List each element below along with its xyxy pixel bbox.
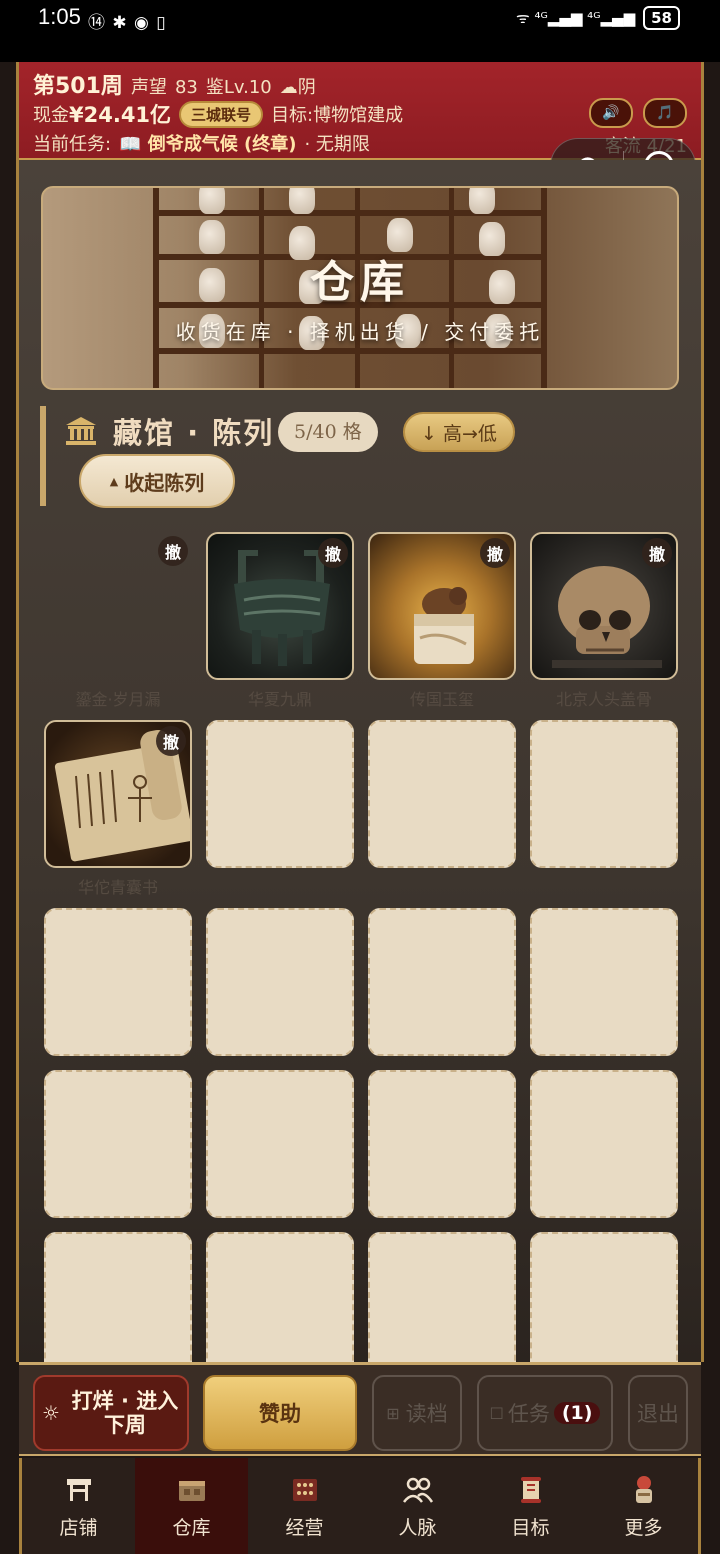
banner-title: 仓库 [310, 257, 410, 308]
display-slot[interactable]: 撤 [368, 532, 516, 680]
nav-item-business[interactable]: 经营 [248, 1458, 361, 1554]
empty-slot[interactable] [368, 1070, 516, 1218]
item-name: 华夏九鼎 [247, 690, 312, 709]
section-title: 藏馆 · 陈列 [113, 416, 275, 450]
load-label: 读档 [405, 1402, 448, 1426]
more-icon [635, 1475, 652, 1503]
sponsor-button[interactable]: 赞助 [203, 1375, 357, 1451]
empty-slot[interactable] [44, 1232, 192, 1362]
signal-icon: ᯤ ⁴ᴳ▂▄▆ ⁴ᴳ▂▄▆ [516, 9, 636, 27]
nav-item-goals[interactable]: 目标 [474, 1458, 587, 1554]
next-week-button[interactable]: ☼ 打烊 · 进入下周 [33, 1375, 189, 1451]
empty-slot[interactable] [206, 908, 354, 1056]
nav-label: 人脉 [398, 1516, 437, 1539]
empty-slot[interactable] [206, 1070, 354, 1218]
triangle-up-icon: ▲ [109, 474, 119, 488]
scroll-icon [520, 1476, 541, 1503]
load-save-button[interactable]: ⊞ 读档 [372, 1375, 462, 1451]
current-task[interactable]: 📖 倒爷成气候 (终章) [119, 130, 296, 156]
withdraw-button[interactable]: 撤 [318, 538, 348, 568]
bottom-nav: 店铺 仓库 经营 人脉 目标 更多 [19, 1458, 701, 1554]
status-time: 1:05 [38, 4, 81, 29]
music-icon: 🎵 [656, 105, 674, 121]
shop-icon [66, 1478, 91, 1501]
cash-label: 现金 [33, 105, 69, 126]
empty-slot[interactable] [368, 908, 516, 1056]
task-limit: · 无期限 [304, 134, 370, 155]
weather: ☁阴 [279, 77, 316, 98]
display-slot[interactable]: 撤 [206, 532, 354, 680]
tasks-button[interactable]: ☐ 任务 (1) [477, 1375, 613, 1451]
music-toggle-button[interactable]: 🎵 [643, 98, 687, 128]
status-bar: 1:05 ⑭ ✱ ◉ ▯ ᯤ ⁴ᴳ▂▄▆ ⁴ᴳ▂▄▆ 58 [0, 0, 720, 62]
empty-slot[interactable] [530, 908, 678, 1056]
nav-item-contacts[interactable]: 人脉 [361, 1458, 474, 1554]
empty-slot[interactable] [44, 1070, 192, 1218]
status-right-icons: ᯤ ⁴ᴳ▂▄▆ ⁴ᴳ▂▄▆ 58 [516, 6, 680, 30]
status-left-icons: ⑭ ✱ ◉ ▯ [88, 13, 167, 33]
empty-slot[interactable] [530, 1070, 678, 1218]
nav-label: 店铺 [59, 1516, 98, 1539]
withdraw-button[interactable]: 撤 [480, 538, 510, 568]
sound-toggle-button[interactable]: 🔊 [589, 98, 633, 128]
empty-slot[interactable] [368, 1232, 516, 1362]
item-name: 华佗青囊书 [77, 878, 158, 897]
withdraw-button[interactable]: 撤 [156, 726, 186, 756]
withdraw-button[interactable]: 撤 [158, 536, 188, 566]
nav-label: 目标 [511, 1516, 550, 1539]
goal-value: 博物馆建成 [313, 105, 404, 126]
sun-icon: ☼ [42, 1401, 60, 1425]
action-bar: ☼ 打烊 · 进入下周 赞助 ⊞ 读档 ☐ 任务 (1) 退出 [19, 1362, 701, 1456]
folder-icon: ⊞ [386, 1403, 400, 1423]
museum-icon [66, 417, 96, 445]
battery-icon: 58 [643, 6, 680, 30]
cash-value: ¥24.41亿 [69, 103, 172, 127]
abacus-icon [292, 1478, 317, 1501]
empty-slot[interactable] [530, 720, 678, 868]
warehouse-icon [178, 1480, 205, 1501]
nav-label: 经营 [285, 1516, 324, 1539]
empty-slot[interactable] [44, 908, 192, 1056]
display-slot[interactable]: 撤 [44, 532, 192, 680]
next-week-label: 打烊 · 进入下周 [71, 1389, 179, 1437]
collapse-label: 收起陈列 [124, 470, 205, 495]
warehouse-banner: 仓库 收货在库 · 择机出货 / 交付委托 [41, 186, 679, 390]
reputation-label: 声望 [130, 77, 167, 98]
display-slot[interactable]: 撤 [44, 720, 192, 868]
nav-item-more[interactable]: 更多 [587, 1458, 700, 1554]
section-accent-bar [40, 406, 46, 506]
tasks-label: 任务 [507, 1402, 550, 1426]
warehouse-content: 仓库 收货在库 · 择机出货 / 交付委托 藏馆 · 陈列 5/40 格 ↓ 高… [19, 160, 701, 1362]
task-label: 当前任务: [33, 134, 112, 155]
sort-button[interactable]: ↓ 高→低 [403, 412, 515, 452]
collapse-display-button[interactable]: ▲ 收起陈列 [79, 454, 235, 508]
slot-count-badge: 5/40 格 [278, 412, 378, 452]
nav-item-shop[interactable]: 店铺 [22, 1458, 135, 1554]
appraisal-level: 鉴Lv.10 [205, 77, 272, 98]
goal-label: 目标: [271, 105, 314, 126]
checkbox-icon: ☐ [489, 1403, 504, 1423]
display-slot[interactable]: 撤 [530, 532, 678, 680]
item-name: 传国玉玺 [409, 690, 474, 709]
empty-slot[interactable] [206, 720, 354, 868]
empty-slot[interactable] [530, 1232, 678, 1362]
speaker-icon: 🔊 [602, 105, 620, 121]
people-icon [402, 1477, 433, 1503]
reputation-value: 83 [174, 77, 198, 98]
exit-button[interactable]: 退出 [628, 1375, 688, 1451]
item-name: 鎏金·岁月漏 [75, 690, 161, 709]
nav-label: 更多 [624, 1516, 663, 1539]
empty-slot[interactable] [368, 720, 516, 868]
banner-subtitle: 收货在库 · 择机出货 / 交付委托 [175, 320, 545, 344]
task-count-badge: (1) [553, 1402, 601, 1424]
withdraw-button[interactable]: 撤 [642, 538, 672, 568]
empty-slot[interactable] [206, 1232, 354, 1362]
nav-item-warehouse[interactable]: 仓库 [135, 1458, 248, 1554]
week-counter: 第501周 [33, 74, 123, 99]
shop-badge: 三城联号 [179, 100, 264, 128]
item-name: 北京人头盖骨 [555, 690, 652, 709]
nav-label: 仓库 [172, 1516, 211, 1539]
